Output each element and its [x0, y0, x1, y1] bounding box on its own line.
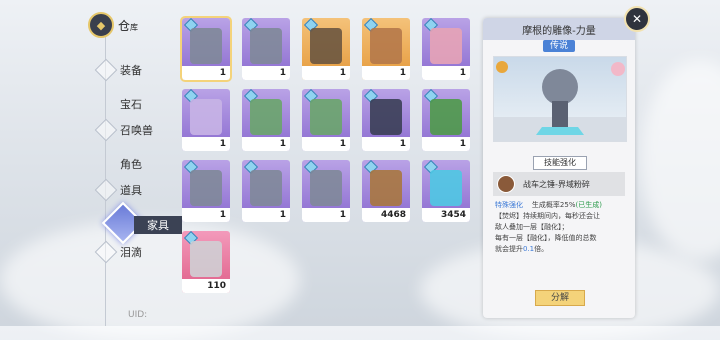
item-count: 1: [302, 208, 350, 222]
diamond-icon: [94, 240, 118, 264]
nav-item-items[interactable]: 道具: [94, 178, 142, 202]
star-crystal-icon: [430, 170, 462, 206]
nav-item-equipment[interactable]: 装备: [94, 58, 142, 82]
nav-item-furniture[interactable]: 家具: [134, 216, 182, 234]
inventory-slot[interactable]: 1: [242, 89, 290, 151]
statue-icon: [190, 28, 222, 64]
warehouse-header: ◆ 仓库: [88, 12, 138, 38]
item-count: 1: [242, 66, 290, 80]
item-count: 1: [362, 137, 410, 151]
inventory-slot[interactable]: 1: [362, 18, 410, 80]
rate-status: (已生成): [575, 201, 602, 209]
hammer-skill-icon: [497, 175, 515, 193]
diamond-icon: [94, 118, 118, 142]
inventory-slot[interactable]: 1: [302, 160, 350, 222]
skill-name: 战车之锤-界域粉碎: [523, 179, 590, 189]
diamond-icon: [94, 58, 118, 82]
item-count: 1: [182, 137, 230, 151]
decompose-button[interactable]: 分解: [535, 290, 585, 306]
warehouse-title: 仓库: [118, 18, 139, 33]
item-count: 1: [182, 208, 230, 222]
shop-icon: [370, 28, 402, 64]
statue-icon: [310, 170, 342, 206]
flower-bed-icon: [310, 99, 342, 135]
street-lamp-icon: [370, 99, 402, 135]
rate-text: 生成概率25%: [531, 201, 576, 209]
inventory-slot[interactable]: 1: [362, 89, 410, 151]
inventory-slot[interactable]: 1: [302, 18, 350, 80]
skill-row: 战车之锤-界域粉碎: [493, 172, 625, 196]
close-icon[interactable]: ✕: [624, 6, 650, 32]
item-count: 1: [422, 66, 470, 80]
skill-description: 特殊强化 生成概率25%(已生成) 【焚烬】持续期间内，每秒还会让 敌人叠加一层…: [495, 201, 602, 253]
nav-item-gems[interactable]: 宝石: [120, 96, 142, 112]
item-count: 1: [242, 137, 290, 151]
warehouse-icon: ◆: [88, 12, 114, 38]
item-count: 1: [302, 137, 350, 151]
inventory-slot[interactable]: 1: [422, 18, 470, 80]
item-detail-panel: 摩根的雕像-力量 传说 技能强化 战车之锤-界域粉碎 特殊强化 生成概率25%(…: [483, 18, 635, 318]
uid-label: UID:: [128, 310, 148, 320]
diamond-icon: [94, 178, 118, 202]
item-count: 1: [242, 208, 290, 222]
item-count: 1: [302, 66, 350, 80]
inventory-slot[interactable]: 3454: [422, 160, 470, 222]
item-count: 1: [422, 137, 470, 151]
inventory-slot[interactable]: 1: [242, 160, 290, 222]
statue-preview-icon: [494, 61, 626, 141]
inventory-slot[interactable]: 1: [182, 160, 230, 222]
inventory-slot[interactable]: 1: [242, 18, 290, 80]
skill-enhance-tag: 技能强化: [533, 156, 587, 170]
item-preview-image: [493, 56, 627, 142]
item-count: 110: [182, 279, 230, 293]
flower-bed-icon: [250, 99, 282, 135]
statue-icon: [250, 170, 282, 206]
tree-icon: [430, 99, 462, 135]
item-title: 摩根的雕像-力量: [483, 18, 635, 40]
inventory-slot[interactable]: 110: [182, 231, 230, 293]
category-nav: ◆ 仓库 装备 宝石 召唤兽 角色 道具 泪滴: [78, 6, 168, 326]
nav-item-characters[interactable]: 角色: [120, 156, 142, 172]
statue-icon: [190, 170, 222, 206]
house-icon: [310, 28, 342, 64]
ore-icon: [190, 241, 222, 277]
inventory-slot[interactable]: 1: [182, 89, 230, 151]
statue-icon: [250, 28, 282, 64]
item-count: 1: [362, 66, 410, 80]
inventory-slot[interactable]: 1: [422, 89, 470, 151]
bunny-statue-icon: [190, 99, 222, 135]
wood-logs-icon: [370, 170, 402, 206]
special-label: 特殊强化: [495, 201, 523, 209]
item-count: 3454: [422, 208, 470, 222]
inventory-slot[interactable]: 4468: [362, 160, 410, 222]
inventory-slot[interactable]: 1: [180, 16, 232, 82]
item-grid: 1 1 1 1 1 1 1 1 1 1 1 1 1 4468 3454 110: [180, 16, 482, 298]
item-count: 1: [182, 66, 230, 80]
item-count: 4468: [362, 208, 410, 222]
nav-item-summons[interactable]: 召唤兽: [94, 118, 153, 142]
nav-item-tears[interactable]: 泪滴: [94, 240, 142, 264]
inventory-slot[interactable]: 1: [302, 89, 350, 151]
pink-statue-icon: [430, 28, 462, 64]
rarity-badge: 传说: [543, 40, 575, 52]
